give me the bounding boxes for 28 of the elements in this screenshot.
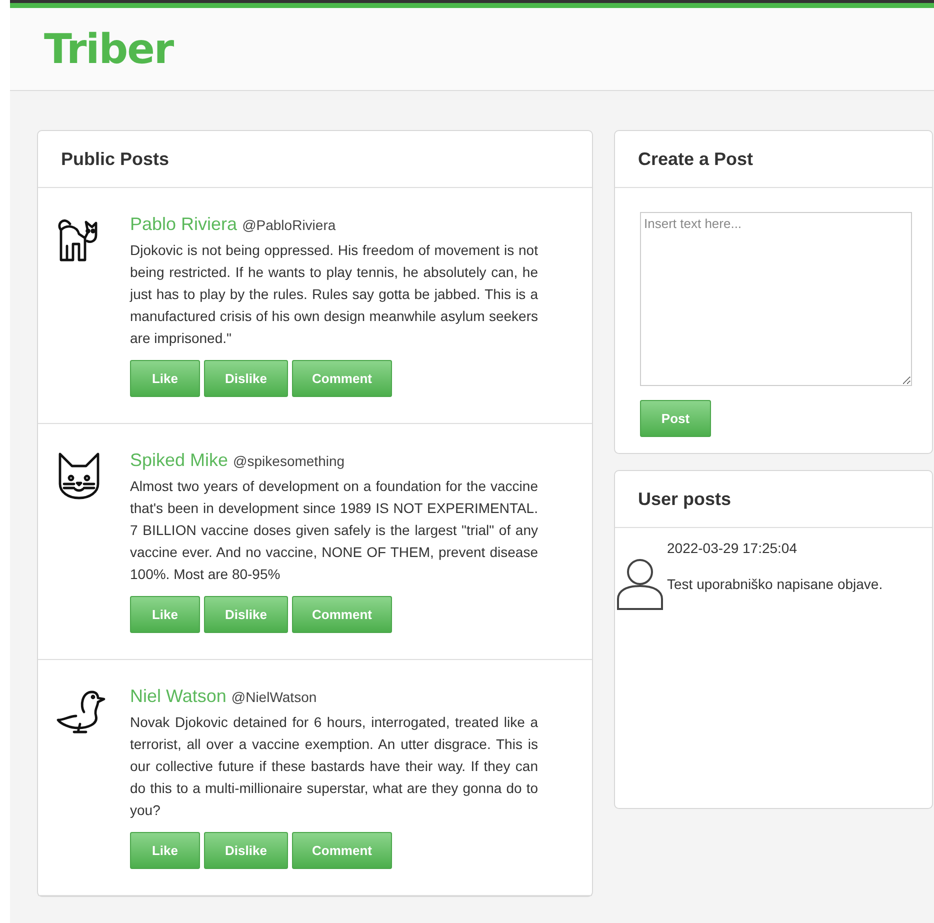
card-title: User posts: [638, 488, 732, 510]
author-name[interactable]: Spiked Mike: [130, 450, 228, 471]
post-button[interactable]: Post: [640, 400, 711, 437]
post-action-button[interactable]: Dislike: [204, 832, 288, 869]
author-name[interactable]: Pablo Riviera: [130, 214, 238, 235]
post-text: Almost two years of development on a foundation for the vaccine that's been in development since 1989 IS NOT EXPERIMENTAL. 7 BILLION vaccine doses given safely is the largest "trial" of any vaccine ever. And no vaccine, NONE OF THEM, prevent disease 100%. Most are 80-95%: [130, 477, 538, 584]
author-handle: @NielWatson: [231, 689, 317, 705]
user-post-text: Test uporabniško napisane objave.: [667, 576, 883, 592]
card-title: Public Posts: [61, 148, 170, 170]
post-action-button[interactable]: Dislike: [204, 360, 288, 397]
post-action-button[interactable]: Comment: [292, 360, 392, 397]
user-icon: [617, 558, 665, 610]
post-input-field[interactable]: Insert text here...: [640, 212, 912, 386]
cat-face-icon: [56, 450, 102, 502]
author-handle: @spikesomething: [233, 453, 345, 469]
author-handle: @PabloRiviera: [242, 217, 336, 233]
card-title: Create a Post: [638, 148, 754, 170]
site-logo[interactable]: Triber: [44, 25, 174, 73]
post-action-button[interactable]: Comment: [292, 596, 392, 633]
post-text: Djokovic is not being oppressed. His freedom of movement is not being restricted. If he wants to play tennis, he absolutely can, he just has to play by the rules. Rules say gotta be jabbed. This is a manufactured crisis of his own design meanwhile asylum seekers are imprisoned.": [130, 241, 538, 348]
post-text: Novak Djokovic detained for 6 hours, interrogated, treated like a terrorist, all over a vaccine exemption. An utter disgrace. This is our collective future if these bastards have their way. If they can do this to a multi-millionaire superstar, what are they gonna do to you?: [130, 713, 538, 820]
post-action-button[interactable]: Comment: [292, 832, 392, 869]
post-date: 2022-03-29 17:25:04: [667, 540, 798, 556]
post-action-button[interactable]: Like: [130, 832, 200, 869]
post-action-button[interactable]: Like: [130, 596, 200, 633]
post-action-button[interactable]: Like: [130, 360, 200, 397]
post-action-button[interactable]: Dislike: [204, 596, 288, 633]
author-name[interactable]: Niel Watson: [130, 686, 226, 707]
